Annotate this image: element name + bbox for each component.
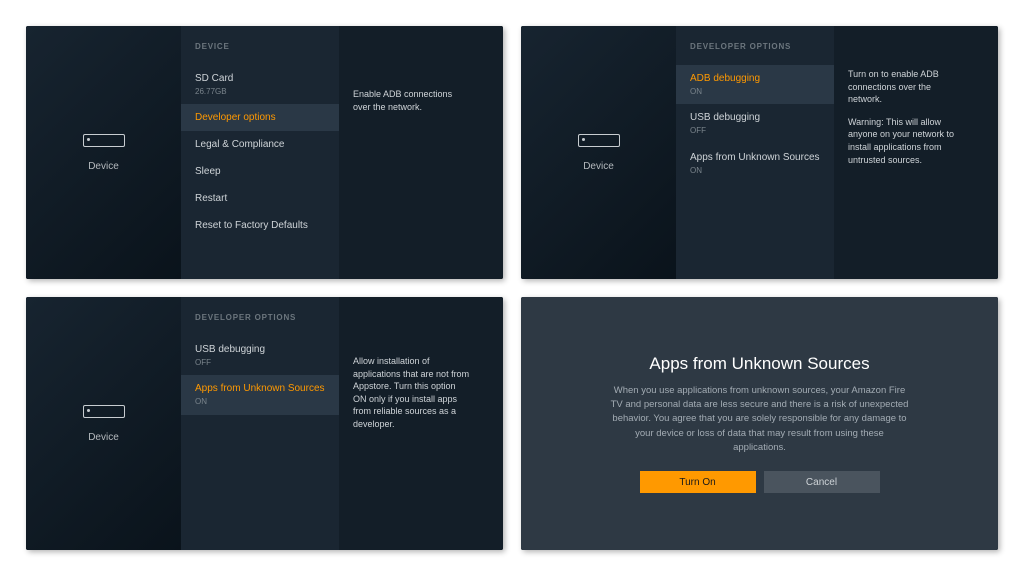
left-panel: Device [26, 26, 181, 279]
screen-dialog-unknown-sources: Apps from Unknown Sources When you use a… [521, 297, 998, 550]
menu-item-label: Apps from Unknown Sources [690, 151, 820, 164]
menu-item[interactable]: USB debugging OFF [181, 336, 339, 375]
menu-item-sub: ON [195, 397, 325, 407]
description-text: Turn on to enable ADB connections over t… [848, 68, 966, 106]
menu-item-label: Apps from Unknown Sources [195, 382, 325, 395]
menu-item-label: USB debugging [195, 343, 325, 356]
menu-item-label: ADB debugging [690, 72, 820, 85]
remote-icon [83, 134, 125, 147]
screen-developer-adb: Device DEVELOPER OPTIONS ADB debugging ON… [521, 26, 998, 279]
menu-panel: DEVICE SD Card 26.77GB Developer options Le… [181, 26, 339, 279]
menu-item[interactable]: Reset to Factory Defaults [181, 212, 339, 239]
menu-item[interactable]: Sleep [181, 158, 339, 185]
menu-item-label: Legal & Compliance [195, 138, 325, 151]
menu-item[interactable]: Legal & Compliance [181, 131, 339, 158]
description-text: Enable ADB connections over the network. [353, 88, 471, 113]
menu-item[interactable]: Restart [181, 185, 339, 212]
menu-item-sub: OFF [195, 358, 325, 368]
dialog: Apps from Unknown Sources When you use a… [521, 297, 998, 550]
dialog-title: Apps from Unknown Sources [649, 354, 869, 374]
left-label: Device [88, 432, 119, 443]
menu-item-label: Developer options [195, 111, 325, 124]
menu-item[interactable]: ADB debugging ON [676, 65, 834, 104]
description-text: Allow installation of applications that … [353, 355, 471, 431]
menu-item-label: Sleep [195, 165, 325, 178]
remote-icon [83, 405, 125, 418]
left-label: Device [583, 161, 614, 172]
remote-icon [578, 134, 620, 147]
menu-item-label: USB debugging [690, 111, 820, 124]
description-panel: Allow installation of applications that … [339, 297, 503, 550]
menu-item-label: Restart [195, 192, 325, 205]
menu-item[interactable]: USB debugging OFF [676, 104, 834, 143]
menu-item-sub: OFF [690, 126, 820, 136]
menu-panel: DEVELOPER OPTIONS USB debugging OFF Apps f… [181, 297, 339, 550]
warning-text: Warning: This will allow anyone on your … [848, 116, 966, 166]
menu-item[interactable]: SD Card 26.77GB [181, 65, 339, 104]
menu-item[interactable]: Apps from Unknown Sources ON [676, 144, 834, 183]
dialog-body: When you use applications from unknown s… [610, 384, 910, 455]
menu-panel: DEVELOPER OPTIONS ADB debugging ON USB deb… [676, 26, 834, 279]
menu-header: DEVELOPER OPTIONS [181, 313, 339, 336]
left-label: Device [88, 161, 119, 172]
description-panel: Turn on to enable ADB connections over t… [834, 26, 998, 279]
menu-header: DEVICE [181, 42, 339, 65]
menu-item-sub: 26.77GB [195, 87, 325, 97]
menu-item-sub: ON [690, 166, 820, 176]
menu-item-sub: ON [690, 87, 820, 97]
left-panel: Device [26, 297, 181, 550]
dialog-buttons: Turn On Cancel [640, 471, 880, 493]
menu-item[interactable]: Apps from Unknown Sources ON [181, 375, 339, 414]
cancel-button[interactable]: Cancel [764, 471, 880, 493]
screen-device-menu: Device DEVICE SD Card 26.77GB Developer op… [26, 26, 503, 279]
turn-on-button[interactable]: Turn On [640, 471, 756, 493]
description-panel: Enable ADB connections over the network. [339, 26, 503, 279]
menu-item-label: SD Card [195, 72, 325, 85]
menu-item-label: Reset to Factory Defaults [195, 219, 325, 232]
menu-header: DEVELOPER OPTIONS [676, 42, 834, 65]
menu-item[interactable]: Developer options [181, 104, 339, 131]
left-panel: Device [521, 26, 676, 279]
screen-developer-unknown: Device DEVELOPER OPTIONS USB debugging OF… [26, 297, 503, 550]
